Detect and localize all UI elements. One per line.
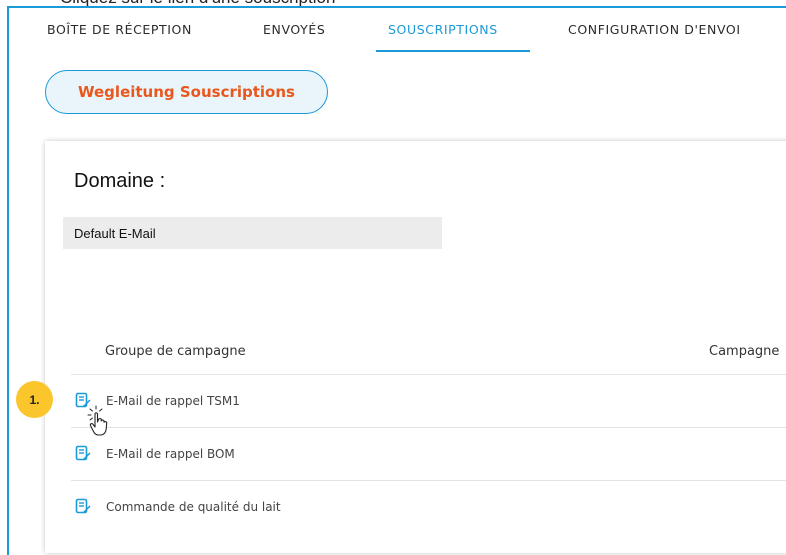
campaign-group-name: E-Mail de rappel BOM: [106, 447, 235, 461]
tab-bar: BOÎTE DE RÉCEPTION ENVOYÉS SOUSCRIPTIONS…: [9, 8, 786, 53]
tab-inbox[interactable]: BOÎTE DE RÉCEPTION: [47, 22, 192, 37]
column-header-campaign: Campagne: [709, 344, 780, 359]
tab-send-configuration[interactable]: CONFIGURATION D'ENVOI: [568, 22, 741, 37]
hand-pointer-icon: [87, 405, 108, 436]
subscriptions-card: Domaine : Default E-Mail Groupe de campa…: [45, 141, 786, 553]
tab-sent[interactable]: ENVOYÉS: [263, 22, 325, 37]
step-badge: 1.: [16, 381, 53, 418]
edit-icon[interactable]: [75, 445, 91, 461]
domain-select[interactable]: Default E-Mail: [63, 217, 442, 249]
domain-title: Domaine :: [74, 170, 166, 192]
active-tab-indicator: [376, 50, 530, 52]
app-frame: BOÎTE DE RÉCEPTION ENVOYÉS SOUSCRIPTIONS…: [7, 6, 786, 555]
tab-subscriptions[interactable]: SOUSCRIPTIONS: [388, 22, 498, 37]
table-row[interactable]: E-Mail de rappel TSM1: [71, 374, 786, 427]
column-header-campaign-group: Groupe de campagne: [105, 344, 246, 359]
table-row[interactable]: Commande de qualité du lait: [71, 480, 786, 533]
guide-button[interactable]: Wegleitung Souscriptions: [45, 70, 328, 114]
edit-icon[interactable]: [75, 498, 91, 514]
campaign-group-name: Commande de qualité du lait: [106, 500, 281, 514]
table-row[interactable]: E-Mail de rappel BOM: [71, 427, 786, 480]
campaign-group-name: E-Mail de rappel TSM1: [106, 394, 240, 408]
